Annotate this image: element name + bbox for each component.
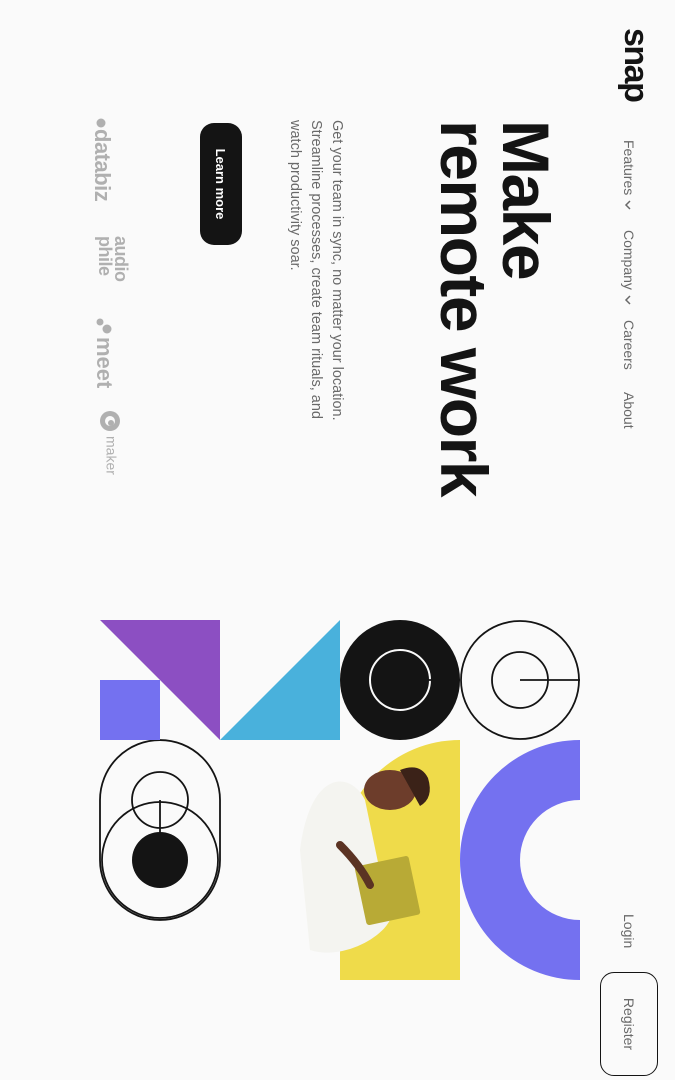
chevron-down-icon (624, 295, 631, 305)
meet-dots-icon (96, 318, 112, 334)
maker-mark-icon (100, 411, 120, 431)
maker-logo: maker (99, 410, 121, 475)
chevron-down-icon (624, 200, 631, 210)
nav-item-label: Company (621, 230, 637, 290)
violet-half-ring-shape (460, 740, 580, 980)
headline-line-2: remote work (427, 120, 501, 496)
nav-item-features[interactable]: Features (621, 140, 637, 210)
snap-logo[interactable]: snap (616, 28, 655, 101)
nav-item-label: Careers (621, 320, 637, 370)
meet-logo-text: meet (92, 337, 117, 389)
black-disc-shape (340, 620, 460, 740)
meet-logo: meet (91, 318, 117, 388)
audiophile-logo: audio phile (95, 236, 131, 282)
maker-logo-text: maker (103, 436, 120, 475)
ring-with-circle-shape (460, 620, 580, 740)
databiz-logo-text: databiz (90, 129, 115, 202)
sky-triangle-shape (220, 620, 340, 740)
hero-headline: Make remote work (427, 120, 563, 496)
nav-item-label: Features (621, 140, 637, 196)
learn-more-button[interactable]: Learn more (200, 123, 242, 245)
audiophile-logo-top: audio (111, 236, 131, 282)
violet-square-shape (100, 680, 160, 740)
nav-item-label: About (621, 392, 637, 429)
person-photo-panel (300, 740, 460, 980)
databiz-logo: databiz (89, 118, 115, 201)
hero-illustration (99, 620, 580, 980)
nav-item-about[interactable]: About (621, 392, 637, 429)
hero-description: Get your team in sync, no matter your lo… (287, 120, 345, 421)
nav-item-company[interactable]: Company (621, 230, 637, 305)
landing-page: snap Features Company Careers About Logi… (0, 0, 675, 1080)
dot-icon (96, 118, 106, 128)
audiophile-logo-bottom: phile (95, 236, 115, 276)
login-link[interactable]: Login (621, 914, 637, 948)
register-button[interactable]: Register (600, 972, 658, 1076)
capsule-shape (99, 739, 221, 921)
nav-item-careers[interactable]: Careers (621, 320, 637, 370)
